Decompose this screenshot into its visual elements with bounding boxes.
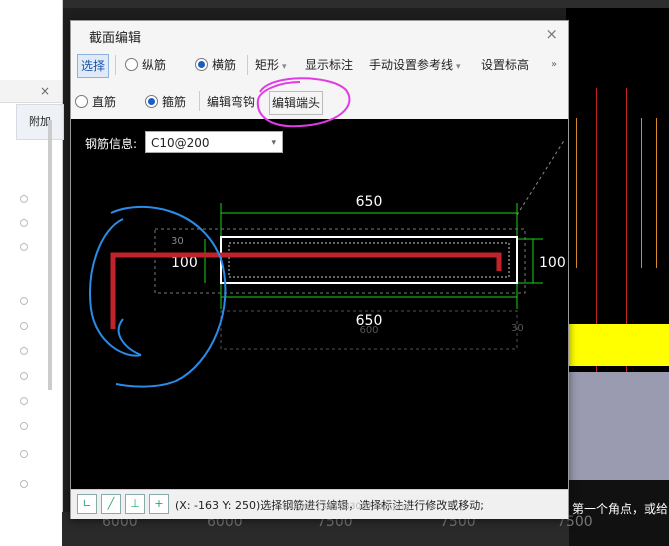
dim-text-top[interactable]: 650 xyxy=(356,194,383,210)
edit-hook-button[interactable]: 编辑弯钩 xyxy=(207,91,255,113)
select-button[interactable]: 选择 xyxy=(77,54,110,78)
radio-checked-icon xyxy=(195,58,208,71)
longitudinal-label: 纵筋 xyxy=(142,58,167,72)
list-item-radio[interactable] xyxy=(20,297,28,305)
cad-yellow-band xyxy=(566,324,669,366)
more-icon[interactable]: » xyxy=(551,54,557,76)
annotation-blue-circle xyxy=(89,218,142,357)
dialog-title: 截面编辑 xyxy=(89,31,142,46)
longitudinal-radio[interactable]: 纵筋 xyxy=(125,54,166,76)
transverse-label: 横筋 xyxy=(212,58,237,72)
list-item-radio[interactable] xyxy=(20,397,28,405)
watermark: 1723621307683087213.png xyxy=(281,502,410,512)
radio-icon xyxy=(125,58,138,71)
stirrup-radio[interactable]: 箍筋 xyxy=(145,91,186,113)
dim-text-right[interactable]: 100 xyxy=(539,255,566,271)
transverse-radio[interactable]: 横筋 xyxy=(195,54,236,76)
list-item-radio[interactable] xyxy=(20,243,28,251)
cad-gray-band xyxy=(566,372,669,482)
toolbar-separator xyxy=(199,91,200,111)
toolbar-separator xyxy=(247,55,248,75)
left-panel-add-column[interactable]: 附加 xyxy=(16,104,64,140)
list-item-radio[interactable] xyxy=(20,219,28,227)
status-bar: ∟ ╱ ⊥ + (X: -163 Y: 250)选择钢筋进行编辑，选择标注进行修… xyxy=(71,489,568,519)
straight-radio[interactable]: 直筋 xyxy=(75,91,116,113)
dialog-close-icon[interactable]: × xyxy=(545,25,558,43)
manual-reference-dropdown[interactable]: 手动设置参考线 ▾ xyxy=(369,54,461,76)
manual-ref-label: 手动设置参考线 xyxy=(369,58,454,72)
annotation-pink-circle xyxy=(256,77,351,128)
left-panel-header xyxy=(0,80,62,103)
section-inner-outline xyxy=(228,242,510,278)
list-item-radio[interactable] xyxy=(20,450,28,458)
left-panel-close-icon[interactable]: × xyxy=(40,84,50,98)
section-canvas[interactable]: 钢筋信息: C10@200 ▾ 650 650 600 100 100 30 30 xyxy=(71,119,568,489)
chevron-down-icon: ▾ xyxy=(456,62,461,72)
add-point-icon[interactable]: + xyxy=(149,494,169,514)
list-item-radio[interactable] xyxy=(20,347,28,355)
grid-line xyxy=(641,118,642,268)
perpendicular-icon[interactable]: ⊥ xyxy=(125,494,145,514)
list-item-radio[interactable] xyxy=(20,195,28,203)
list-item-radio[interactable] xyxy=(20,322,28,330)
list-item-radio[interactable] xyxy=(20,422,28,430)
straight-label: 直筋 xyxy=(92,95,117,109)
dashed-guide xyxy=(516,138,566,216)
left-panel-scrollbar[interactable] xyxy=(48,120,52,390)
section-drawing: 650 650 600 100 100 30 30 xyxy=(89,138,566,388)
list-item-radio[interactable] xyxy=(20,372,28,380)
radio-checked-icon xyxy=(145,95,158,108)
dim-text-small: 30 xyxy=(171,236,184,247)
shape-label: 矩形 xyxy=(255,58,280,72)
toolbar-separator xyxy=(115,55,116,75)
left-panel: × 附加 xyxy=(0,0,64,546)
stirrup-label: 箍筋 xyxy=(162,95,187,109)
section-outline[interactable] xyxy=(220,236,518,284)
ortho-mode-icon[interactable]: ∟ xyxy=(77,494,97,514)
chevron-down-icon: ▾ xyxy=(282,62,287,72)
grid-line xyxy=(656,118,657,268)
background-top xyxy=(0,0,669,8)
ghost-dim-text: 600 xyxy=(359,325,378,336)
line-tool-icon[interactable]: ╱ xyxy=(101,494,121,514)
grid-line xyxy=(576,118,577,268)
radio-icon xyxy=(75,95,88,108)
set-elevation-button[interactable]: 设置标高 xyxy=(481,54,529,76)
annotation-blue-circle xyxy=(110,205,227,388)
list-item-radio[interactable] xyxy=(20,480,28,488)
